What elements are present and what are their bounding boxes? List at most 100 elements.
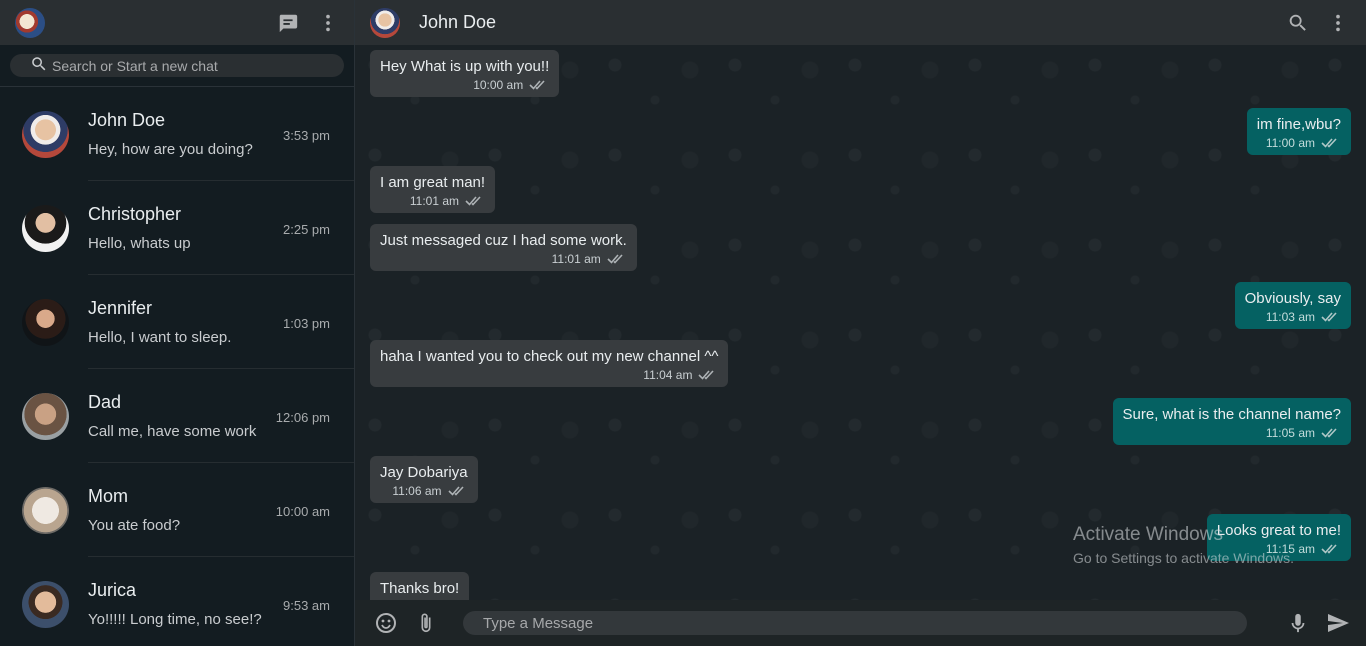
message-time: 11:01 am <box>409 194 460 208</box>
chat-time: 12:06 pm <box>275 409 330 425</box>
message-meta: 11:06 am <box>380 484 468 498</box>
chat-time: 2:25 pm <box>283 221 330 237</box>
double-check-icon <box>447 486 464 496</box>
double-check-icon <box>529 80 545 90</box>
chat-app: John Doe Hey, how are you doing? 3:53 pm… <box>0 0 1366 646</box>
double-check-icon <box>607 254 623 264</box>
chat-item-christopher[interactable]: Christopher Hello, whats up 2:25 pm <box>0 181 354 275</box>
double-check-icon <box>465 196 481 206</box>
chat-preview: Hey, how are you doing? <box>88 140 253 158</box>
avatar <box>22 298 69 346</box>
search-icon[interactable] <box>1286 11 1310 35</box>
chat-info: Jurica Yo!!!!! Long time, no see!? 9:53 … <box>88 557 354 646</box>
conversation-header: John Doe <box>355 0 1366 45</box>
chat-time: 1:03 pm <box>283 315 330 331</box>
chat-info: Dad Call me, have some work 12:06 pm <box>88 369 354 463</box>
message-bubble-incoming: Hey What is up with you!! 10:00 am <box>370 50 560 97</box>
message-text: Obviously, say <box>1244 290 1341 307</box>
chat-time: 3:53 pm <box>283 127 330 143</box>
chat-time: 10:00 am <box>275 503 330 519</box>
message-bubble-outgoing: Sure, what is the channel name? 11:05 am <box>1112 398 1351 445</box>
emoji-icon[interactable] <box>373 610 399 636</box>
double-check-icon <box>698 370 715 380</box>
message-text: Sure, what is the channel name? <box>1122 406 1341 423</box>
chat-item-john-doe[interactable]: John Doe Hey, how are you doing? 3:53 pm <box>0 87 354 181</box>
search-bar <box>0 45 354 87</box>
message-list: Hey What is up with you!! 10:00 am im fi… <box>355 45 1366 600</box>
message-text: I am great man! <box>380 174 486 191</box>
message-text: Hey What is up with you!! <box>380 58 550 75</box>
message-text: im fine,wbu? <box>1256 116 1341 133</box>
chat-list: John Doe Hey, how are you doing? 3:53 pm… <box>0 87 354 646</box>
chat-item-jennifer[interactable]: Jennifer Hello, I want to sleep. 1:03 pm <box>0 275 354 369</box>
message-text: haha I wanted you to check out my new ch… <box>380 348 719 365</box>
message-bubble-incoming: Just messaged cuz I had some work. 11:01… <box>370 224 637 271</box>
message-bubble-outgoing: im fine,wbu? 11:00 am <box>1246 108 1351 155</box>
message-text: Jay Dobariya <box>380 464 468 481</box>
message-meta: 11:01 am <box>380 252 627 266</box>
chat-time: 9:53 am <box>283 598 330 613</box>
message-text: Just messaged cuz I had some work. <box>380 232 627 249</box>
more-vert-icon[interactable] <box>1326 11 1350 35</box>
sidebar-header <box>0 0 354 45</box>
message-time: 11:06 am <box>392 484 442 498</box>
message-bubble-outgoing: Looks great to me! 11:15 am <box>1206 514 1351 561</box>
chat-info: Mom You ate food? 10:00 am <box>88 463 354 557</box>
chat-preview: Call me, have some work <box>88 422 257 440</box>
search-input[interactable] <box>52 57 344 74</box>
chat-preview: Hello, I want to sleep. <box>88 328 232 346</box>
double-check-icon <box>1321 428 1337 438</box>
message-time: 11:03 am <box>1265 310 1315 324</box>
double-check-icon <box>1321 138 1337 148</box>
message-meta: 11:01 am <box>380 194 485 208</box>
chat-item-jurica[interactable]: Jurica Yo!!!!! Long time, no see!? 9:53 … <box>0 557 354 646</box>
chat-item-mom[interactable]: Mom You ate food? 10:00 am <box>0 463 354 557</box>
message-bubble-incoming: Thanks bro! <box>370 572 470 600</box>
message-text: Looks great to me! <box>1216 522 1341 539</box>
message-bubble-incoming: I am great man! 11:01 am <box>370 166 496 213</box>
message-meta: 10:00 am <box>380 78 549 92</box>
composer-actions <box>1271 610 1351 636</box>
chat-preview: Yo!!!!! Long time, no see!? <box>88 611 262 628</box>
chat-info: Christopher Hello, whats up 2:25 pm <box>88 181 354 275</box>
message-time: 11:04 am <box>643 368 693 382</box>
message-time: 11:00 am <box>1265 136 1315 150</box>
avatar <box>22 580 69 628</box>
message-bubble-outgoing: Obviously, say 11:03 am <box>1234 282 1351 329</box>
more-vert-icon[interactable] <box>316 11 340 35</box>
message-input[interactable] <box>463 611 1247 635</box>
chat-info: John Doe Hey, how are you doing? 3:53 pm <box>88 87 354 181</box>
message-time: 11:15 am <box>1265 542 1315 556</box>
composer <box>355 600 1366 646</box>
chat-info: Jennifer Hello, I want to sleep. 1:03 pm <box>88 275 354 369</box>
message-meta: 11:03 am <box>1245 310 1341 324</box>
message-meta: 11:04 am <box>380 368 718 382</box>
message-text: Thanks bro! <box>380 580 460 597</box>
avatar <box>22 204 69 252</box>
chat-icon[interactable] <box>276 11 300 35</box>
search-box <box>10 54 344 77</box>
message-time: 10:00 am <box>473 78 524 92</box>
paperclip-icon[interactable] <box>413 610 439 636</box>
message-meta: 11:15 am <box>1217 542 1341 556</box>
avatar <box>22 110 69 158</box>
chat-preview: You ate food? <box>88 516 181 534</box>
send-icon[interactable] <box>1325 610 1351 636</box>
mic-icon[interactable] <box>1285 610 1311 636</box>
my-avatar[interactable] <box>15 7 45 38</box>
double-check-icon <box>1321 312 1337 322</box>
chat-item-dad[interactable]: Dad Call me, have some work 12:06 pm <box>0 369 354 463</box>
avatar <box>22 392 69 440</box>
message-meta: 11:00 am <box>1257 136 1341 150</box>
sidebar: John Doe Hey, how are you doing? 3:53 pm… <box>0 0 355 646</box>
chat-preview: Hello, whats up <box>88 234 191 252</box>
search-icon <box>32 57 46 71</box>
message-meta: 11:05 am <box>1123 426 1341 440</box>
message-bubble-incoming: Jay Dobariya 11:06 am <box>370 456 478 503</box>
avatar <box>22 486 69 534</box>
message-time: 11:05 am <box>1265 426 1315 440</box>
conversation-pane: John Doe Hey What is up with you!! 10:00… <box>355 0 1366 646</box>
message-time: 11:01 am <box>551 252 601 266</box>
contact-avatar[interactable] <box>370 7 400 38</box>
contact-name[interactable]: John Doe <box>419 12 496 33</box>
